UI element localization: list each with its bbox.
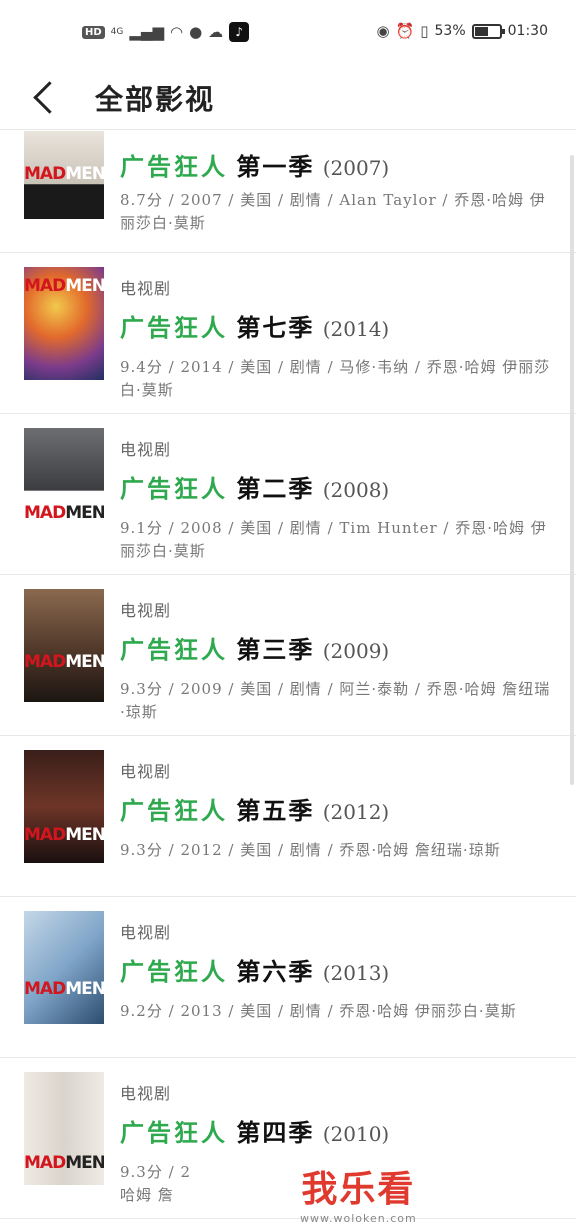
list-item[interactable]: MADMEN 电视剧 广告狂人 第二季 (2008) 9.1分 / 2008 /… [0,414,576,575]
message-icon: ● [189,23,203,41]
item-meta: 9.3分 / 2012 / 美国 / 剧情 / 乔恩·哈姆 詹纽瑞·琼斯 [120,841,501,859]
watermark: 我乐看 www.woloken.com [300,1160,417,1225]
poster-logo: MADMEN [24,978,104,999]
poster-logo: MADMEN [24,502,104,523]
poster-logo: MADMEN [24,824,104,845]
item-meta: 9.3分 / 2009 / 美国 / 剧情 / 阿兰·泰勒 / 乔恩·哈姆 詹纽… [120,680,551,721]
clock: 01:30 [507,23,548,39]
poster-image[interactable]: MADMEN [24,750,104,863]
poster-image[interactable]: MADMEN [24,428,104,541]
item-category: 电视剧 [120,1084,172,1103]
item-category: 电视剧 [120,279,172,298]
poster-logo: MADMEN [24,652,104,673]
item-category: 电视剧 [120,762,172,781]
poster-image[interactable]: MADMEN [24,589,104,702]
eye-icon: ◉ [376,22,390,40]
cloud-icon: ☁ [208,23,224,41]
item-title: 广告狂人 第四季 (2010) [120,1118,390,1147]
poster-image[interactable]: MADMEN [24,1072,104,1185]
item-title: 广告狂人 第二季 (2008) [120,474,390,503]
hd-icon: HD [82,25,105,39]
item-meta: 9.2分 / 2013 / 美国 / 剧情 / 乔恩·哈姆 伊丽莎白·莫斯 [120,1002,517,1020]
list-item[interactable]: MADMEN 电视剧 广告狂人 第四季 (2010) 9.3分 / 2 哈姆 詹 [0,1058,576,1219]
watermark-logo: 我乐看 [301,1169,416,1210]
item-title: 广告狂人 第五季 (2012) [120,796,390,825]
list-item[interactable]: MADMEN 电视剧 广告狂人 第七季 (2014) 9.4分 / 2014 /… [0,253,576,414]
item-title: 广告狂人 第六季 (2013) [120,957,390,986]
battery-icon [471,23,505,39]
network-type: 4G [110,27,124,37]
scrollbar[interactable] [570,155,574,785]
poster-image[interactable]: MADMEN [24,911,104,1024]
alarm-icon: ⏰ [395,22,415,40]
list-item[interactable]: MADMEN 电视剧 广告狂人 第六季 (2013) 9.2分 / 2013 /… [0,897,576,1058]
item-title: 广告狂人 第一季 (2007) [120,152,390,181]
poster-logo: MADMEN [24,276,104,297]
poster-logo: MADMEN [24,164,104,185]
battery-percent: 53% [434,23,466,39]
item-meta: 8.7分 / 2007 / 美国 / 剧情 / Alan Taylor / 乔恩… [120,191,546,232]
status-left: HD 4G ▂▄▆ ◠ ● ☁ ♪ [82,22,250,42]
wifi-icon: ◠ [169,23,184,41]
poster-logo: MADMEN [24,1153,104,1174]
status-bar: HD 4G ▂▄▆ ◠ ● ☁ ♪ ◉ ⏰ ▯ 53% 01:30 [0,0,576,62]
item-category: 电视剧 [120,923,172,942]
item-meta: 9.4分 / 2014 / 美国 / 剧情 / 马修·韦纳 / 乔恩·哈姆 伊丽… [120,358,551,399]
item-category: 电视剧 [120,601,172,620]
watermark-url: www.woloken.com [300,1212,417,1225]
item-meta: 9.1分 / 2008 / 美国 / 剧情 / Tim Hunter / 乔恩·… [120,519,547,560]
tiktok-icon: ♪ [229,22,250,42]
vibrate-icon: ▯ [420,22,429,40]
page-title: 全部影视 [95,83,216,116]
poster-image[interactable]: MADMEN [24,267,104,380]
item-category: 电视剧 [120,440,172,459]
chevron-left-icon[interactable] [30,76,60,116]
status-right: ◉ ⏰ ▯ 53% 01:30 [376,22,548,40]
list-item[interactable]: MADMEN 广告狂人 第一季 (2007) 8.7分 / 2007 / 美国 … [0,131,576,253]
poster-image[interactable]: MADMEN [24,131,104,219]
signal-icon: ▂▄▆ [129,23,164,41]
list-item[interactable]: MADMEN 电视剧 广告狂人 第三季 (2009) 9.3分 / 2009 /… [0,575,576,736]
movie-list[interactable]: MADMEN 广告狂人 第一季 (2007) 8.7分 / 2007 / 美国 … [0,131,576,1232]
app-header: 全部影视 [0,62,576,130]
list-item[interactable]: MADMEN 电视剧 广告狂人 第五季 (2012) 9.3分 / 2012 /… [0,736,576,897]
item-title: 广告狂人 第七季 (2014) [120,313,390,342]
item-title: 广告狂人 第三季 (2009) [120,635,390,664]
